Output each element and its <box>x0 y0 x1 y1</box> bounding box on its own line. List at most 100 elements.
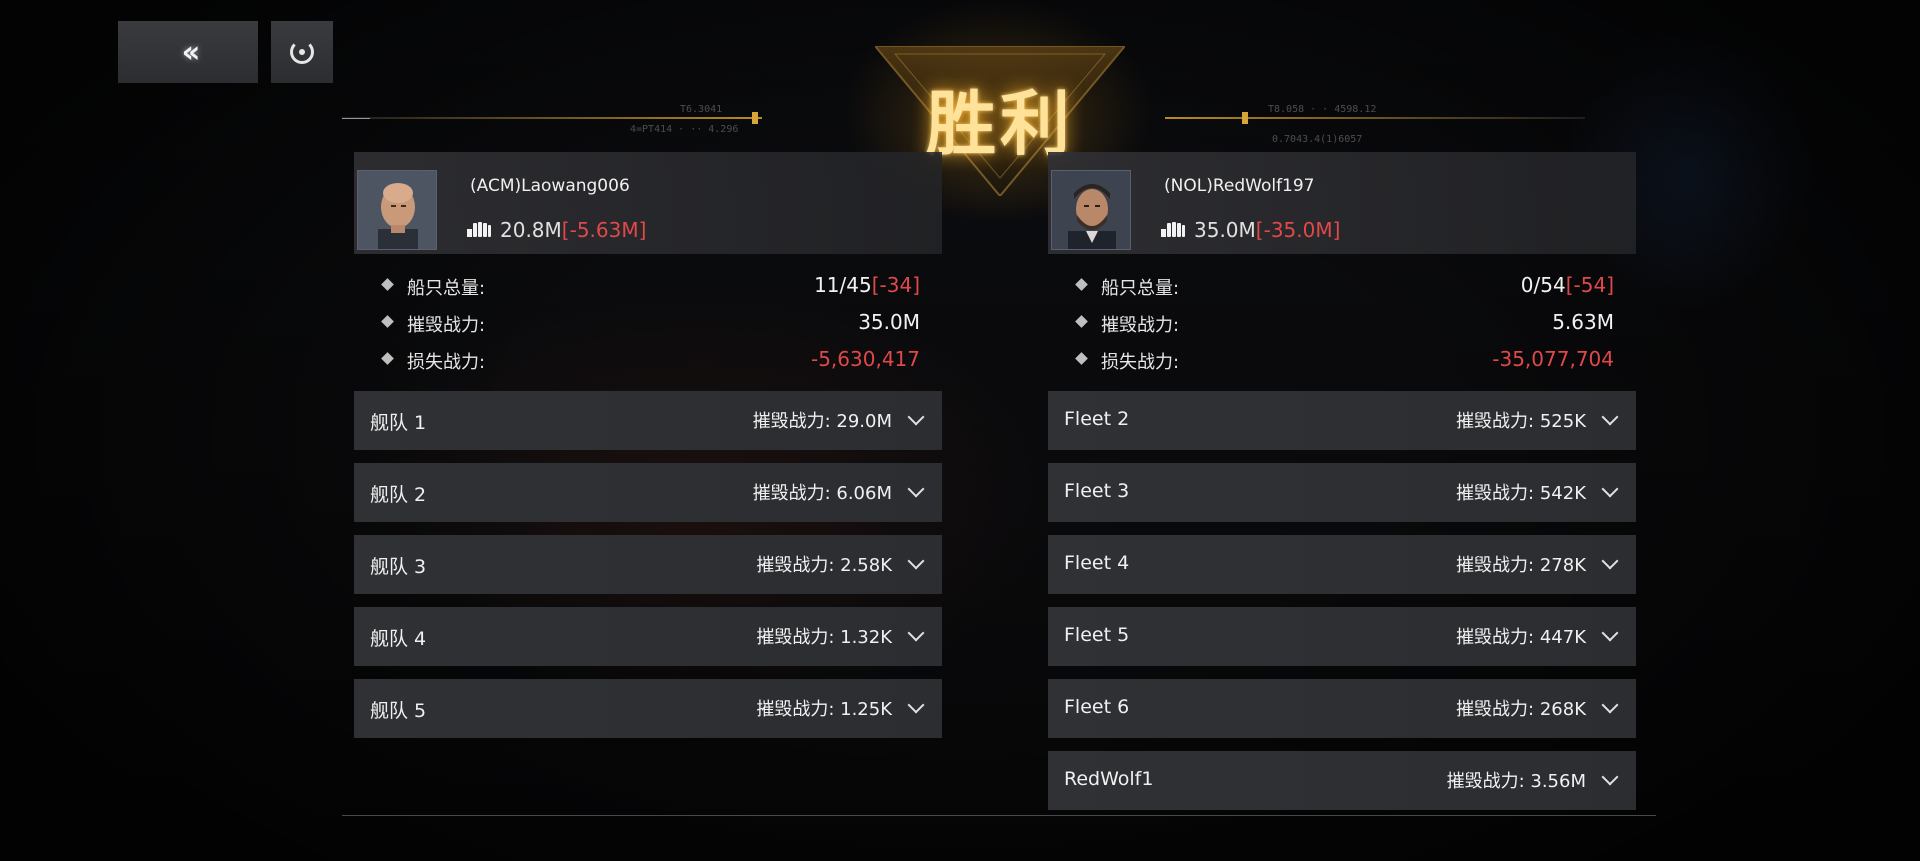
chevron-down-icon[interactable] <box>907 624 925 642</box>
diamond-icon <box>381 278 394 291</box>
defender-panel: (NOL)RedWolf197 35.0M [-35.0M] 船只总量: 0/5… <box>1048 152 1636 823</box>
diamond-icon <box>381 352 394 365</box>
stat-ships-diff: [-54] <box>1565 273 1614 297</box>
chevron-down-icon[interactable] <box>907 480 925 498</box>
fleet-row[interactable]: Fleet 5 摧毁战力: 447K <box>1048 607 1636 666</box>
deco-text-left-1: T6.3041 <box>680 104 723 115</box>
chevron-down-icon[interactable] <box>1601 552 1619 570</box>
fleet-name: Fleet 4 <box>1064 552 1130 574</box>
header-line-right <box>1165 117 1585 119</box>
stat-ships-value: 0/54[-54] <box>1521 273 1614 297</box>
fleet-row[interactable]: 舰队 4 摧毁战力: 1.32K <box>354 607 942 666</box>
fleet-row[interactable]: RedWolf1 摧毁战力: 3.56M <box>1048 751 1636 810</box>
stat-lost: 损失战力: -5,630,417 <box>354 342 942 379</box>
fleet-name: 舰队 1 <box>370 412 427 434</box>
stat-lost: 损失战力: -35,077,704 <box>1048 342 1636 379</box>
stat-lost-label: 损失战力: <box>407 352 486 373</box>
defender-stats: 船只总量: 0/54[-54] 摧毁战力: 5.63M 损失战力: -35,07… <box>1048 268 1636 379</box>
fleet-destroyed-power: 摧毁战力: 6.06M <box>752 483 892 504</box>
defender-power: 35.0M [-35.0M] <box>1160 218 1340 242</box>
fleet-destroyed-power: 摧毁战力: 278K <box>1456 555 1586 576</box>
fleet-row[interactable]: Fleet 4 摧毁战力: 278K <box>1048 535 1636 594</box>
fleet-name: 舰队 4 <box>370 628 427 650</box>
header-tick-right <box>1242 112 1248 124</box>
replay-icon <box>290 40 314 64</box>
attacker-power-value: 20.8M <box>500 218 562 242</box>
chevron-down-icon[interactable] <box>1601 696 1619 714</box>
deco-text-right-1: T8.058 · · 4598.12 <box>1268 104 1377 115</box>
fleet-destroyed-power: 摧毁战力: 1.25K <box>756 699 892 720</box>
diamond-icon <box>1075 315 1088 328</box>
stat-ships: 船只总量: 11/45[-34] <box>354 268 942 305</box>
stat-destroyed-label: 摧毁战力: <box>1101 315 1180 336</box>
fleet-name: Fleet 2 <box>1064 408 1130 430</box>
attacker-power: 20.8M [-5.63M] <box>466 218 646 242</box>
stat-ships-count: 0/54 <box>1520 273 1566 297</box>
fleet-destroyed-power: 摧毁战力: 2.58K <box>756 555 892 576</box>
stat-ships-diff: [-34] <box>871 273 920 297</box>
chevron-down-icon[interactable] <box>1601 408 1619 426</box>
fleet-name: RedWolf1 <box>1064 768 1154 790</box>
stat-ships-count: 11/45 <box>814 273 872 297</box>
attacker-name: (ACM)Laowang006 <box>470 176 630 196</box>
frame-corner-top <box>342 118 370 119</box>
stat-ships-label: 船只总量: <box>407 278 486 299</box>
chevron-down-icon[interactable] <box>1601 768 1619 786</box>
attacker-stats: 船只总量: 11/45[-34] 摧毁战力: 35.0M 损失战力: -5,63… <box>354 268 942 379</box>
stat-destroyed: 摧毁战力: 35.0M <box>354 305 942 342</box>
fleet-row[interactable]: Fleet 2 摧毁战力: 525K <box>1048 391 1636 450</box>
fist-icon <box>467 222 491 237</box>
defender-power-value: 35.0M <box>1194 218 1256 242</box>
fleet-name: 舰队 5 <box>370 700 427 722</box>
fleet-row[interactable]: Fleet 6 摧毁战力: 268K <box>1048 679 1636 738</box>
header-line-left <box>342 117 762 119</box>
fleet-row[interactable]: 舰队 3 摧毁战力: 2.58K <box>354 535 942 594</box>
attacker-power-diff: [-5.63M] <box>561 218 647 242</box>
diamond-icon <box>381 315 394 328</box>
fleet-row[interactable]: Fleet 3 摧毁战力: 542K <box>1048 463 1636 522</box>
chevron-down-icon[interactable] <box>1601 624 1619 642</box>
fleet-destroyed-power: 摧毁战力: 542K <box>1456 483 1586 504</box>
fleet-row[interactable]: 舰队 2 摧毁战力: 6.06M <box>354 463 942 522</box>
defender-fleet-list: Fleet 2 摧毁战力: 525K Fleet 3 摧毁战力: 542K Fl… <box>1048 391 1636 810</box>
stat-lost-value: -35,077,704 <box>1492 347 1614 371</box>
fleet-name: 舰队 3 <box>370 556 427 578</box>
replay-button[interactable] <box>271 21 333 83</box>
fleet-destroyed-power: 摧毁战力: 3.56M <box>1446 771 1586 792</box>
defender-avatar[interactable] <box>1051 170 1131 250</box>
deco-text-right-2: 0.7043.4(1)6057 <box>1272 134 1363 145</box>
portrait-bearded-man <box>1052 171 1130 249</box>
diamond-icon <box>1075 352 1088 365</box>
chevron-down-icon[interactable] <box>1601 480 1619 498</box>
fleet-name: Fleet 5 <box>1064 624 1130 646</box>
deco-text-left-2: 4=PT414 · ·· 4.296 <box>630 124 739 135</box>
stat-ships-label: 船只总量: <box>1101 278 1180 299</box>
stat-ships-value: 11/45[-34] <box>814 273 920 297</box>
defender-name: (NOL)RedWolf197 <box>1164 176 1315 196</box>
fleet-name: Fleet 6 <box>1064 696 1130 718</box>
fleet-row[interactable]: 舰队 5 摧毁战力: 1.25K <box>354 679 942 738</box>
attacker-panel: (ACM)Laowang006 20.8M [-5.63M] 船只总量: 11/… <box>354 152 942 751</box>
fist-icon <box>1161 222 1185 237</box>
fleet-row[interactable]: 舰队 1 摧毁战力: 29.0M <box>354 391 942 450</box>
stat-destroyed-value: 5.63M <box>1552 310 1614 334</box>
chevron-down-icon[interactable] <box>907 696 925 714</box>
fleet-name: Fleet 3 <box>1064 480 1130 502</box>
chevron-down-icon[interactable] <box>907 552 925 570</box>
stat-destroyed-value: 35.0M <box>858 310 920 334</box>
stat-destroyed-label: 摧毁战力: <box>407 315 486 336</box>
fleet-destroyed-power: 摧毁战力: 447K <box>1456 627 1586 648</box>
stat-lost-label: 损失战力: <box>1101 352 1180 373</box>
attacker-fleet-list: 舰队 1 摧毁战力: 29.0M 舰队 2 摧毁战力: 6.06M 舰队 3 摧… <box>354 391 942 738</box>
stat-destroyed: 摧毁战力: 5.63M <box>1048 305 1636 342</box>
stat-ships: 船只总量: 0/54[-54] <box>1048 268 1636 305</box>
chevron-down-icon[interactable] <box>907 408 925 426</box>
double-chevron-left-icon: ‹‹ <box>181 34 201 70</box>
attacker-avatar[interactable] <box>357 170 437 250</box>
defender-card: (NOL)RedWolf197 35.0M [-35.0M] <box>1048 152 1636 254</box>
fleet-destroyed-power: 摧毁战力: 525K <box>1456 411 1586 432</box>
diamond-icon <box>1075 278 1088 291</box>
fleet-destroyed-power: 摧毁战力: 268K <box>1456 699 1586 720</box>
back-button[interactable]: ‹‹ <box>118 21 258 83</box>
stat-lost-value: -5,630,417 <box>810 347 920 371</box>
